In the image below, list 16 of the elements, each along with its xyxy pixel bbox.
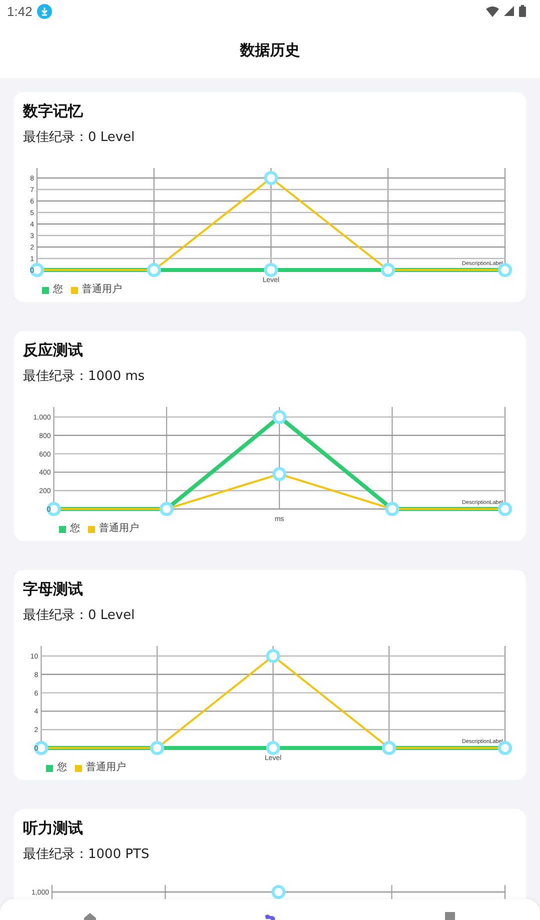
legend-label: 普通用户 xyxy=(82,284,122,296)
best-record: 最佳纪录：1000 PTS xyxy=(23,846,150,864)
legend-label: 您 xyxy=(53,284,63,296)
best-record: 最佳纪录：0 Level xyxy=(23,129,135,147)
best-record: 最佳纪录：1000 ms xyxy=(23,368,145,386)
best-record: 最佳纪录：0 Level xyxy=(23,607,135,625)
card-title: 数字记忆 xyxy=(23,101,83,122)
card-title: 反应测试 xyxy=(23,340,83,361)
legend-label: 您 xyxy=(57,762,68,774)
card-title: 听力测试 xyxy=(23,818,83,839)
status-time: 1:42 xyxy=(7,4,32,18)
card-title: 字母测试 xyxy=(23,579,83,600)
legend-label: 您 xyxy=(70,523,80,535)
page-title: 数据历史 xyxy=(240,40,300,60)
legend-label: 普通用户 xyxy=(98,523,139,535)
legend-label: 普通用户 xyxy=(86,762,126,774)
